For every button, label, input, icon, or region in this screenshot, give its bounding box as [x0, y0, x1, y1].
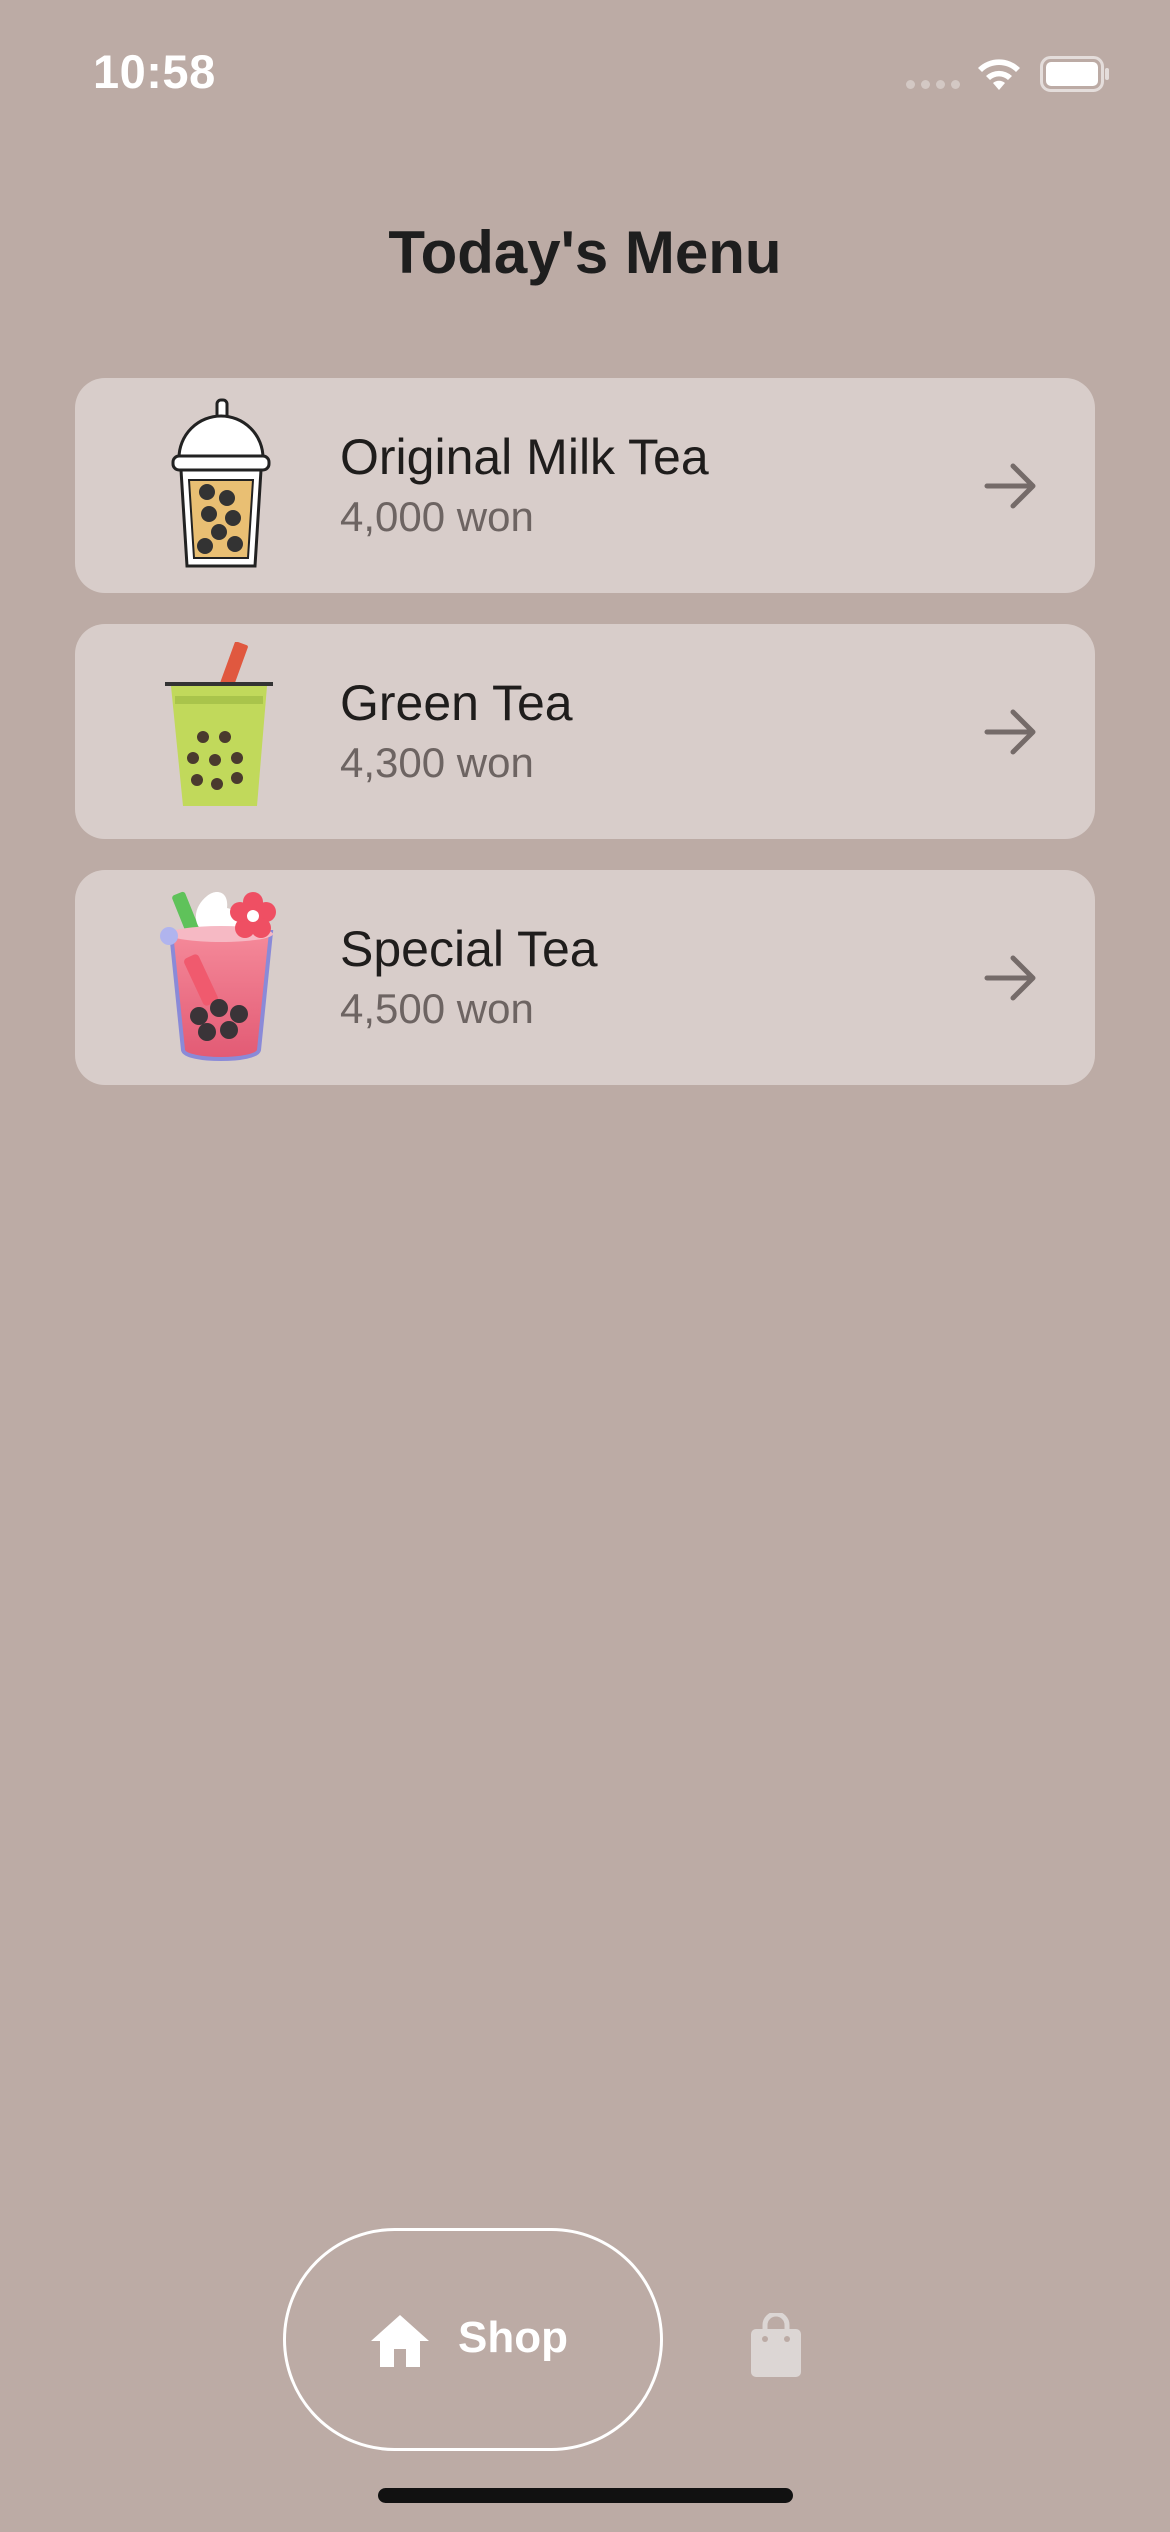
menu-item-name: Original Milk Tea [340, 429, 709, 485]
menu-item-price: 4,000 won [340, 493, 534, 540]
arrow-right-icon[interactable] [981, 704, 1041, 760]
bottom-nav: Shop [0, 2225, 1170, 2457]
green-tea-cup-icon [165, 642, 273, 806]
signal-dots-icon [906, 80, 960, 89]
menu-item-original-milk-tea[interactable]: Original Milk Tea 4,000 won [75, 378, 1095, 593]
page-title: Today's Menu [388, 219, 782, 286]
menu-item-price: 4,500 won [340, 985, 534, 1032]
battery-icon [1040, 56, 1109, 92]
arrow-right-icon[interactable] [981, 950, 1041, 1006]
home-icon [371, 2315, 429, 2367]
menu-item-name: Special Tea [340, 921, 598, 977]
milk-tea-cup-icon [171, 398, 271, 568]
shopping-bag-icon[interactable] [745, 2313, 807, 2379]
arrow-right-icon[interactable] [981, 458, 1041, 514]
status-bar: 10:58 [0, 0, 1170, 150]
menu-item-price: 4,300 won [340, 739, 534, 786]
menu-item-special-tea[interactable]: Special Tea 4,500 won [75, 870, 1095, 1085]
menu-list: Original Milk Tea 4,000 won Green Tea 4,… [75, 378, 1095, 1116]
home-indicator [378, 2488, 793, 2503]
tab-shop-label: Shop [458, 2313, 568, 2362]
special-tea-cup-icon [160, 891, 276, 1061]
wifi-icon [978, 59, 1020, 90]
status-time: 10:58 [93, 45, 216, 98]
menu-item-green-tea[interactable]: Green Tea 4,300 won [75, 624, 1095, 839]
menu-item-name: Green Tea [340, 675, 573, 731]
tab-shop[interactable]: Shop [283, 2228, 663, 2451]
